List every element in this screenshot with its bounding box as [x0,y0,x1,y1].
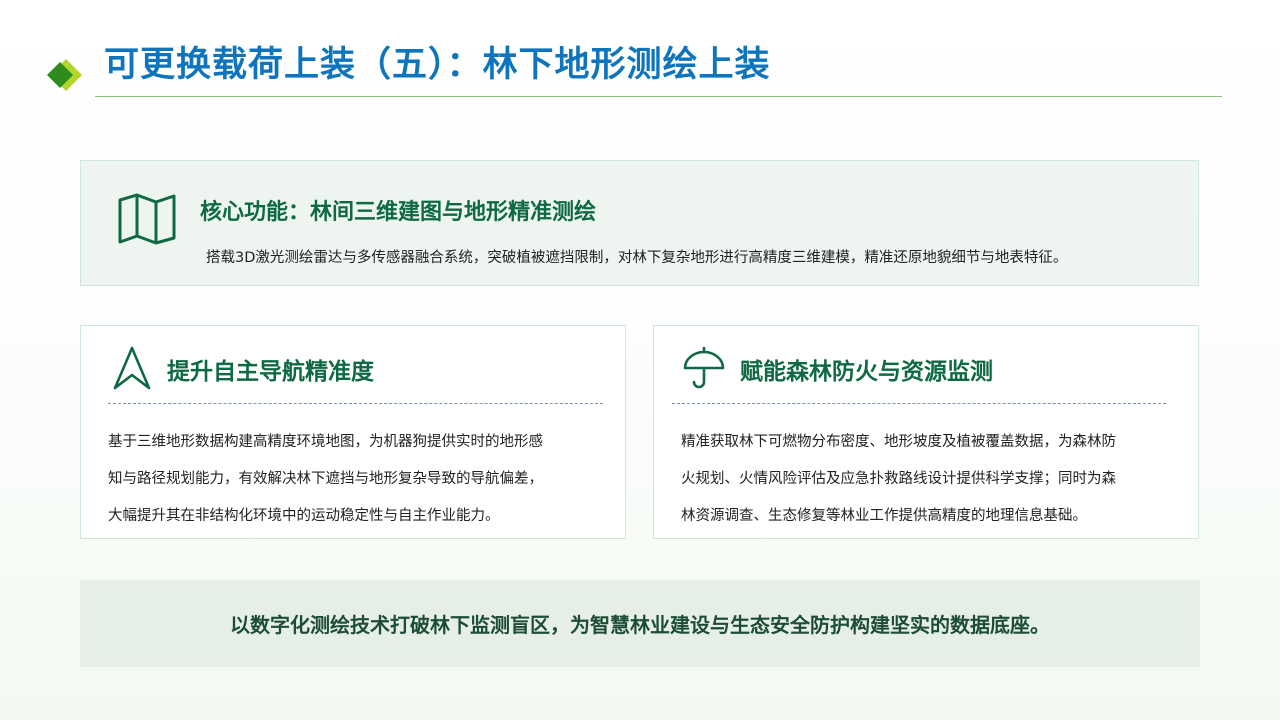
core-function-description: 搭载3D激光测绘雷达与多传感器融合系统，突破植被遮挡限制，对林下复杂地形进行高精… [206,250,1068,266]
folded-map-icon [118,193,176,245]
card-text-line: 知与路径规划能力，有效解决林下遮挡与地形复杂导致的导航偏差， [108,471,543,487]
umbrella-icon [683,346,725,389]
card-text-line: 林资源调查、生态修复等林业工作提供高精度的地理信息基础。 [681,508,1087,524]
fire-monitoring-card-heading: 赋能森林防火与资源监测 [740,359,993,385]
fire-monitoring-card-text: 精准获取林下可燃物分布密度、地形坡度及植被覆盖数据，为森林防 火规划、火情风险评… [681,424,1171,535]
title-divider [95,96,1222,97]
card-text-line: 基于三维地形数据构建高精度环境地图，为机器狗提供实时的地形感 [108,434,543,450]
card-divider [672,403,1166,404]
core-function-heading: 核心功能：林间三维建图与地形精准测绘 [200,200,597,225]
core-function-panel: 核心功能：林间三维建图与地形精准测绘 搭载3D激光测绘雷达与多传感器融合系统，突… [80,160,1199,286]
card-divider [108,403,603,404]
page-title: 可更换载荷上装（五）：林下地形测绘上装 [104,45,771,85]
navigation-arrow-icon [113,346,151,390]
conclusion-text: 以数字化测绘技术打破林下监测盲区，为智慧林业建设与生态安全防护构建坚实的数据底座… [230,613,1050,637]
card-text-line: 精准获取林下可燃物分布密度、地形坡度及植被覆盖数据，为森林防 [681,434,1116,450]
card-text-line: 大幅提升其在非结构化环境中的运动稳定性与自主作业能力。 [108,508,500,524]
card-text-line: 火规划、火情风险评估及应急扑救路线设计提供科学支撑；同时为森 [681,471,1116,487]
navigation-card-heading: 提升自主导航精准度 [167,359,374,385]
fire-monitoring-card: 赋能森林防火与资源监测 精准获取林下可燃物分布密度、地形坡度及植被覆盖数据，为森… [653,325,1199,539]
diamond-logo-icon [47,59,82,91]
conclusion-banner: 以数字化测绘技术打破林下监测盲区，为智慧林业建设与生态安全防护构建坚实的数据底座… [80,580,1200,667]
navigation-card: 提升自主导航精准度 基于三维地形数据构建高精度环境地图，为机器狗提供实时的地形感… [80,325,626,539]
navigation-card-text: 基于三维地形数据构建高精度环境地图，为机器狗提供实时的地形感 知与路径规划能力，… [108,424,598,535]
